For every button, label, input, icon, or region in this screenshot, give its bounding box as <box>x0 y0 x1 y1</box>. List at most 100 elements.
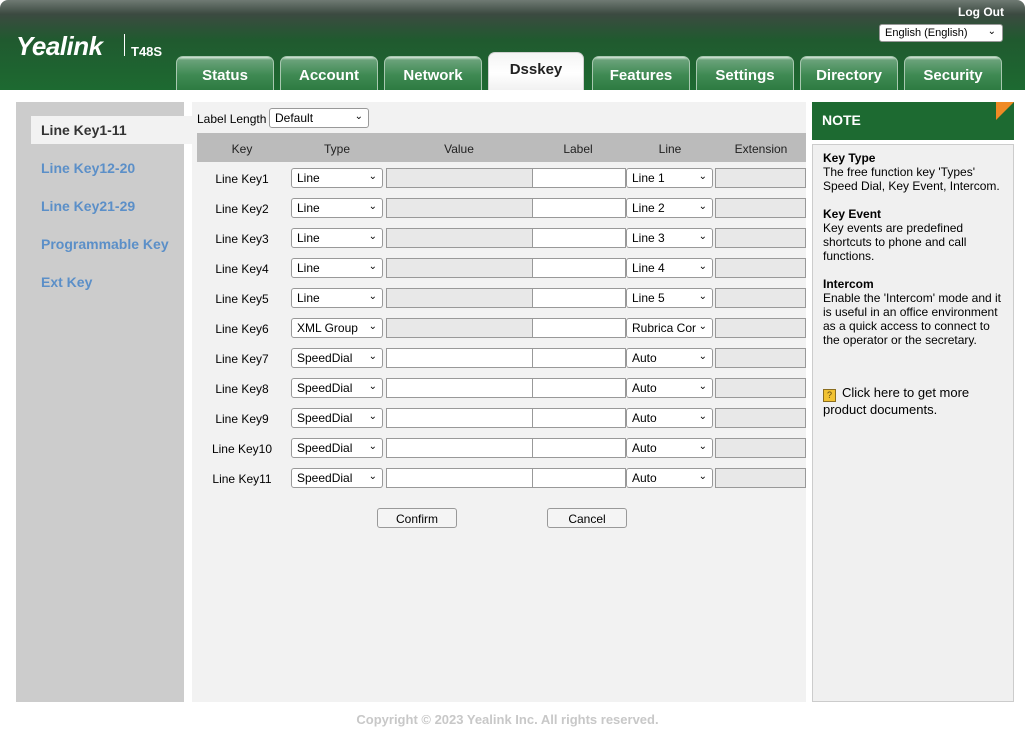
extension-input[interactable] <box>715 258 806 278</box>
label-input[interactable] <box>532 168 626 188</box>
label-input[interactable] <box>532 378 626 398</box>
line-select[interactable]: Line 1 ⌄ <box>626 168 713 188</box>
label-input[interactable] <box>532 258 626 278</box>
label-input[interactable] <box>532 348 626 368</box>
extension-input[interactable] <box>715 288 806 308</box>
line-value: Line 4 <box>632 261 665 275</box>
chevron-down-icon: ⌄ <box>366 381 377 392</box>
label-input[interactable] <box>532 198 626 218</box>
label-length-select[interactable]: Default ⌄ <box>269 108 369 128</box>
value-input[interactable] <box>386 468 533 488</box>
chevron-down-icon: ⌄ <box>366 171 377 182</box>
line-select[interactable]: Auto ⌄ <box>626 378 713 398</box>
label-input[interactable] <box>532 438 626 458</box>
line-select[interactable]: Line 4 ⌄ <box>626 258 713 278</box>
line-select[interactable]: Rubrica Cor ⌄ <box>626 318 713 338</box>
note-desc-key-event: Key events are predefined shortcuts to p… <box>823 221 967 263</box>
extension-input[interactable] <box>715 468 806 488</box>
type-value: Line <box>297 201 320 215</box>
value-input[interactable] <box>386 408 533 428</box>
extension-input[interactable] <box>715 378 806 398</box>
value-input[interactable] <box>386 258 533 278</box>
extension-input[interactable] <box>715 438 806 458</box>
type-select[interactable]: SpeedDial ⌄ <box>291 408 383 428</box>
chevron-down-icon: ⌄ <box>352 111 363 122</box>
chevron-down-icon: ⌄ <box>366 231 377 242</box>
column-header-extension: Extension <box>734 142 788 156</box>
sidebar-item-line-key21-29[interactable]: Line Key21-29 <box>31 192 196 220</box>
sidebar-item-line-key12-20[interactable]: Line Key12-20 <box>31 154 196 182</box>
sidebar-item-programmable-key[interactable]: Programmable Key <box>31 230 196 258</box>
value-input[interactable] <box>386 288 533 308</box>
extension-input[interactable] <box>715 168 806 188</box>
label-input[interactable] <box>532 288 626 308</box>
confirm-button[interactable]: Confirm <box>377 508 457 528</box>
extension-input[interactable] <box>715 318 806 338</box>
type-select[interactable]: Line ⌄ <box>291 228 383 248</box>
type-select[interactable]: Line ⌄ <box>291 258 383 278</box>
line-select[interactable]: Line 3 ⌄ <box>626 228 713 248</box>
value-input[interactable] <box>386 318 533 338</box>
row-key-name: Line Key4 <box>215 262 269 276</box>
tab-network[interactable]: Network <box>384 56 482 90</box>
line-value: Auto <box>632 351 657 365</box>
type-select[interactable]: Line ⌄ <box>291 168 383 188</box>
note-desc-intercom: Enable the 'Intercom' mode and it is use… <box>823 291 1002 347</box>
line-select[interactable]: Auto ⌄ <box>626 408 713 428</box>
tab-status[interactable]: Status <box>176 56 274 90</box>
value-input[interactable] <box>386 168 533 188</box>
chevron-down-icon: ⌄ <box>696 171 707 182</box>
line-select[interactable]: Auto ⌄ <box>626 468 713 488</box>
type-select[interactable]: Line ⌄ <box>291 198 383 218</box>
chevron-down-icon: ⌄ <box>696 411 707 422</box>
label-input[interactable] <box>532 228 626 248</box>
extension-input[interactable] <box>715 198 806 218</box>
tab-directory[interactable]: Directory <box>800 56 898 90</box>
value-input[interactable] <box>386 378 533 398</box>
tab-features[interactable]: Features <box>592 56 690 90</box>
line-value: Line 2 <box>632 201 665 215</box>
value-input[interactable] <box>386 228 533 248</box>
language-select[interactable]: English (English) ⌄ <box>879 24 1003 42</box>
sidebar-item-line-key1-11[interactable]: Line Key1-11 <box>31 116 196 144</box>
type-select[interactable]: XML Group ⌄ <box>291 318 383 338</box>
note-header: NOTE <box>812 102 1014 140</box>
chevron-down-icon: ⌄ <box>696 441 707 452</box>
chevron-down-icon: ⌄ <box>696 261 707 272</box>
more-docs-link[interactable]: ? Click here to get more product document… <box>823 385 1003 417</box>
label-input[interactable] <box>532 408 626 428</box>
tab-dsskey[interactable]: Dsskey <box>488 52 584 90</box>
row-key-name: Line Key2 <box>215 202 269 216</box>
type-select[interactable]: SpeedDial ⌄ <box>291 438 383 458</box>
chevron-down-icon: ⌄ <box>366 441 377 452</box>
extension-input[interactable] <box>715 348 806 368</box>
label-input[interactable] <box>532 318 626 338</box>
row-key-name: Line Key9 <box>215 412 269 426</box>
logout-link[interactable]: Log Out <box>958 5 1004 19</box>
tab-settings[interactable]: Settings <box>696 56 794 90</box>
line-select[interactable]: Line 5 ⌄ <box>626 288 713 308</box>
line-select[interactable]: Line 2 ⌄ <box>626 198 713 218</box>
brand-logo: Yealink <box>16 31 103 61</box>
chevron-down-icon: ⌄ <box>696 321 707 332</box>
line-select[interactable]: Auto ⌄ <box>626 438 713 458</box>
type-select[interactable]: Line ⌄ <box>291 288 383 308</box>
value-input[interactable] <box>386 198 533 218</box>
tab-security[interactable]: Security <box>904 56 1002 90</box>
note-desc-key-type: The free function key 'Types' Speed Dial… <box>823 165 1000 193</box>
value-input[interactable] <box>386 348 533 368</box>
type-select[interactable]: SpeedDial ⌄ <box>291 378 383 398</box>
type-select[interactable]: SpeedDial ⌄ <box>291 348 383 368</box>
value-input[interactable] <box>386 438 533 458</box>
label-input[interactable] <box>532 468 626 488</box>
row-key-name: Line Key3 <box>215 232 269 246</box>
extension-input[interactable] <box>715 408 806 428</box>
extension-input[interactable] <box>715 228 806 248</box>
tab-account[interactable]: Account <box>280 56 378 90</box>
line-select[interactable]: Auto ⌄ <box>626 348 713 368</box>
sidebar-item-ext-key[interactable]: Ext Key <box>31 268 196 296</box>
chevron-down-icon: ⌄ <box>366 291 377 302</box>
type-select[interactable]: SpeedDial ⌄ <box>291 468 383 488</box>
cancel-button[interactable]: Cancel <box>547 508 627 528</box>
chevron-down-icon: ⌄ <box>366 321 377 332</box>
